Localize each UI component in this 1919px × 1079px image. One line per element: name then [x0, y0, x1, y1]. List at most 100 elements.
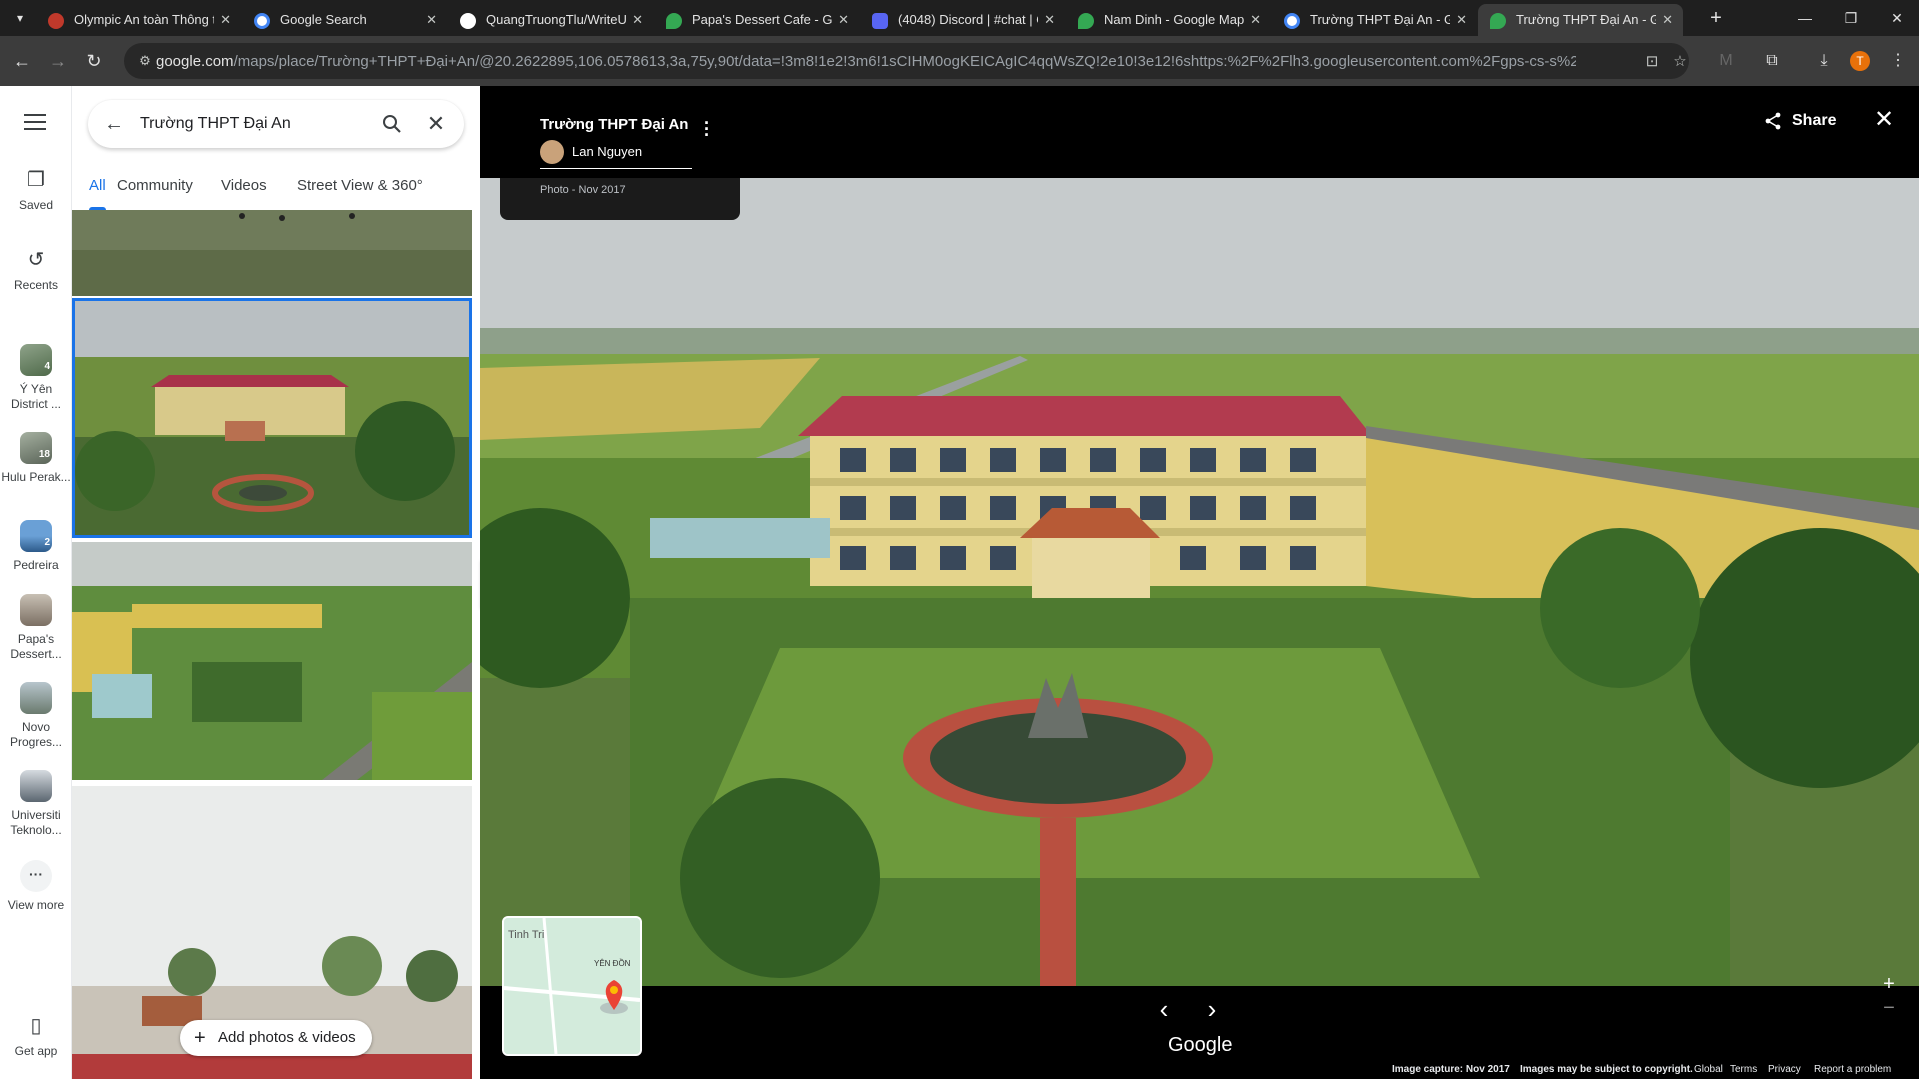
clear-search-icon[interactable]: ✕	[424, 112, 448, 136]
add-photos-label: Add photos & videos	[218, 1029, 356, 1046]
tab-search-menu[interactable]: ▾	[8, 7, 32, 29]
photo-filter-tabs: All Community Videos Street View & 360°	[72, 168, 480, 210]
rail-label: Ý Yên District ...	[11, 382, 61, 411]
rail-label: Papa's Dessert...	[10, 632, 62, 661]
browser-tab[interactable]: Papa's Dessert Cafe - Goo ✕	[654, 4, 859, 36]
zoom-in-icon[interactable]: +	[1874, 972, 1904, 996]
image-capture-date: Image capture: Nov 2017	[1392, 1064, 1510, 1075]
extensions-icon[interactable]: ⧉	[1760, 49, 1784, 73]
google-logo: Google	[1168, 1034, 1233, 1056]
rail-get-app[interactable]: ▯ Get app	[0, 1014, 72, 1059]
tab-title: QuangTruongTlu/WriteUp	[486, 12, 626, 27]
place-title: Trường THPT Đại An	[540, 116, 689, 133]
browser-tab[interactable]: Olympic An toàn Thông tin ✕	[36, 4, 241, 36]
maps-pin-icon	[1490, 13, 1506, 29]
profile-avatar[interactable]: T	[1850, 51, 1870, 71]
share-icon	[1765, 112, 1781, 130]
rail-recent-place[interactable]: 4 Ý Yên District ...	[0, 344, 72, 412]
browser-tab[interactable]: Google Search ✕	[242, 4, 447, 36]
rail-recent-place[interactable]: 2 Pedreira	[0, 520, 72, 573]
close-tab-icon[interactable]: ✕	[838, 4, 849, 36]
place-thumbnail: 18	[20, 432, 52, 464]
rail-recent-place[interactable]: Universiti Teknolo...	[0, 770, 72, 838]
minimap[interactable]: Tinh Tri YÊN ĐỒN	[502, 916, 642, 1056]
close-tab-icon[interactable]: ✕	[426, 4, 437, 36]
window-close-icon[interactable]: ✕	[1882, 6, 1912, 30]
address-bar[interactable]: ⚙ google.com/maps/place/Trường+THPT+Đại+…	[124, 43, 1689, 79]
rail-recent-place[interactable]: Novo Progres...	[0, 682, 72, 750]
browser-tab[interactable]: (4048) Discord | #chat | O ✕	[860, 4, 1065, 36]
back-arrow-icon[interactable]: ←	[102, 112, 126, 136]
aerial-school-photo[interactable]	[480, 178, 1919, 986]
search-box: ← ✕	[88, 100, 464, 148]
tab-street-view[interactable]: Street View & 360°	[297, 168, 423, 210]
photo-viewer: Trường THPT Đại An Lan Nguyen · · · Share …	[480, 86, 1919, 1079]
tab-title: (4048) Discord | #chat | O	[898, 12, 1038, 27]
tab-community[interactable]: Community	[117, 168, 193, 210]
browser-tab-active[interactable]: Trường THPT Đại An - Go ✕	[1478, 4, 1683, 36]
next-photo-icon[interactable]: ›	[1200, 996, 1224, 1022]
browser-tab[interactable]: QuangTruongTlu/WriteUp ✕	[448, 4, 653, 36]
rail-recents[interactable]: ↺ Recents	[0, 248, 72, 293]
rail-label: Saved	[18, 198, 54, 212]
back-icon[interactable]: ←	[10, 49, 34, 73]
zoom-out-icon[interactable]: −	[1874, 996, 1904, 1020]
close-tab-icon[interactable]: ✕	[1250, 4, 1261, 36]
browser-tab[interactable]: Trường THPT Đại An - Go ✕	[1272, 4, 1477, 36]
browser-menu-icon[interactable]: ⋮	[1886, 49, 1910, 73]
browser-tab[interactable]: Nam Dinh - Google Maps ✕	[1066, 4, 1271, 36]
minimize-icon[interactable]: —	[1790, 6, 1820, 30]
tab-videos[interactable]: Videos	[221, 168, 267, 210]
rail-saved[interactable]: ❐ Saved	[0, 168, 72, 213]
rail-recent-place[interactable]: 18 Hulu Perak...	[0, 432, 72, 485]
menu-icon[interactable]	[24, 114, 46, 130]
google-icon	[1284, 13, 1300, 29]
footer-privacy-link[interactable]: Privacy	[1768, 1064, 1801, 1075]
footer-global-link[interactable]: Global	[1694, 1064, 1723, 1075]
close-tab-icon[interactable]: ✕	[220, 4, 231, 36]
previous-photo-icon[interactable]: ‹	[1152, 996, 1176, 1022]
download-icon[interactable]: ⤓	[1812, 49, 1836, 73]
tab-title: Papa's Dessert Cafe - Goo	[692, 12, 832, 27]
url-text[interactable]: google.com/maps/place/Trường+THPT+Đại+An…	[156, 53, 1576, 70]
photos-panel: ← ✕ All Community Videos Street View & 3…	[72, 86, 480, 1079]
tab-title: Google Search	[280, 12, 367, 27]
rail-label: Get app	[14, 1044, 58, 1058]
rail-recent-place[interactable]: Papa's Dessert...	[0, 594, 72, 662]
viewer-footer: Image capture: Nov 2017 Images may be su…	[480, 1064, 1919, 1079]
footer-terms-link[interactable]: Terms	[1730, 1064, 1757, 1075]
close-tab-icon[interactable]: ✕	[1044, 4, 1055, 36]
flag-icon	[48, 13, 64, 29]
footer-report-link[interactable]: Report a problem	[1814, 1064, 1891, 1075]
photo-tile[interactable]	[72, 542, 472, 780]
photo-tile[interactable]	[72, 210, 472, 296]
search-icon[interactable]	[380, 112, 404, 136]
tab-all[interactable]: All	[89, 168, 106, 210]
tab-title: Trường THPT Đại An - Go	[1516, 12, 1656, 27]
photo-author[interactable]: Lan Nguyen	[540, 140, 642, 164]
tab-title: Trường THPT Đại An - Go	[1310, 12, 1450, 27]
new-tab-icon[interactable]: +	[1704, 6, 1728, 30]
url-host: google.com	[156, 53, 234, 70]
photo-tile-selected[interactable]	[72, 298, 472, 538]
rail-view-more[interactable]: ··· View more	[0, 860, 72, 913]
restore-icon[interactable]: ❐	[1836, 6, 1866, 30]
gmail-icon[interactable]: M	[1714, 49, 1738, 73]
photo-info-card: Photo - Nov 2017	[500, 178, 740, 220]
bookmark-star-icon[interactable]: ☆	[1670, 52, 1690, 72]
forward-icon[interactable]: →	[46, 49, 70, 73]
close-tab-icon[interactable]: ✕	[1456, 4, 1467, 36]
search-input[interactable]	[140, 112, 360, 136]
more-options-icon[interactable]: · · ·	[702, 114, 712, 144]
share-button[interactable]: Share	[1764, 110, 1836, 132]
site-info-icon[interactable]: ⚙	[136, 52, 154, 70]
add-photos-button[interactable]: + Add photos & videos	[180, 1020, 372, 1056]
close-tab-icon[interactable]: ✕	[632, 4, 643, 36]
close-tab-icon[interactable]: ✕	[1662, 4, 1673, 36]
close-viewer-icon[interactable]: ✕	[1874, 108, 1894, 132]
photo-count-badge: 4	[44, 361, 50, 372]
rail-label: Universiti Teknolo...	[10, 808, 62, 837]
panel-scrollbar[interactable]	[472, 210, 480, 1079]
reload-icon[interactable]: ↻	[82, 49, 106, 73]
install-app-icon[interactable]: ⊡	[1642, 52, 1662, 72]
